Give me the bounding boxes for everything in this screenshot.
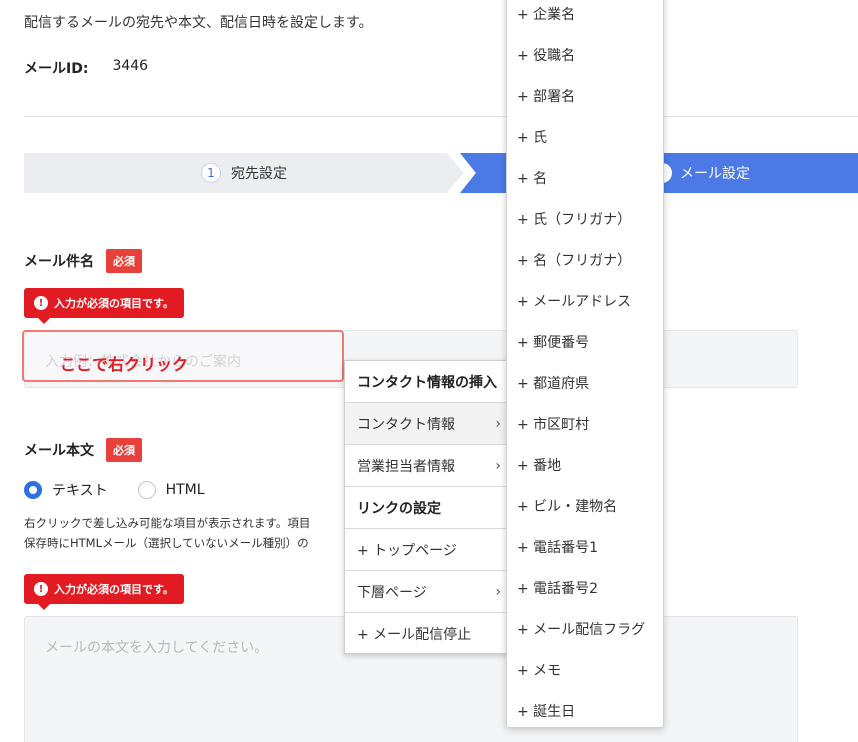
- subject-label-text: メール件名: [24, 254, 94, 270]
- step-label: 宛先設定: [231, 166, 287, 182]
- radio-html[interactable]: [137, 481, 156, 499]
- required-badge: 必須: [106, 249, 142, 273]
- subject-error-tooltip: ! 入力が必須の項目です。: [24, 288, 184, 324]
- submenu-item[interactable]: + 郵便番号: [507, 321, 663, 362]
- ctx-header-contact: コンタクト情報の挿入: [345, 361, 509, 403]
- submenu-item[interactable]: + 電話番号2: [507, 567, 663, 608]
- body-error-text: 入力が必須の項目です。: [54, 583, 174, 596]
- chevron-right-icon: ›: [495, 416, 501, 432]
- chevron-right-icon: ›: [495, 584, 501, 600]
- mail-id: メールID: 3446: [24, 58, 148, 78]
- alert-icon: !: [34, 296, 48, 310]
- contact-info-submenu: + 企業名 + 役職名 + 部署名 + 氏 + 名 + 氏（フリガナ） + 名（…: [506, 0, 664, 728]
- ctx-item-top-page[interactable]: + トップページ: [345, 529, 509, 571]
- submenu-item[interactable]: + 電話番号1: [507, 526, 663, 567]
- submenu-item[interactable]: + 部署名: [507, 75, 663, 116]
- submenu-item[interactable]: + ビル・建物名: [507, 485, 663, 526]
- submenu-item[interactable]: + 企業名: [507, 0, 663, 34]
- help-line-1: 右クリックで差し込み可能な項目が表示されます。項目: [24, 516, 311, 530]
- submenu-item[interactable]: + メール配信フラグ: [507, 608, 663, 649]
- submenu-item[interactable]: + 名（フリガナ）: [507, 239, 663, 280]
- step-label: メール設定: [680, 166, 750, 182]
- submenu-item[interactable]: + メモ: [507, 649, 663, 690]
- right-click-annotation: ここで右クリック: [60, 355, 189, 374]
- submenu-item[interactable]: + 市区町村: [507, 403, 663, 444]
- divider: [24, 116, 858, 117]
- ctx-item-sales-rep[interactable]: 営業担当者情報 ›: [345, 445, 509, 487]
- chevron-right-icon: ›: [495, 458, 501, 474]
- page-intro: 配信するメールの宛先や本文、配信日時を設定します。: [24, 15, 373, 31]
- ctx-item-unsubscribe[interactable]: + メール配信停止: [345, 613, 509, 653]
- body-error-tooltip: ! 入力が必須の項目です。: [24, 574, 184, 610]
- subject-label: メール件名 必須: [24, 249, 142, 273]
- submenu-item[interactable]: + 役職名: [507, 34, 663, 75]
- submenu-item[interactable]: + 誕生日: [507, 690, 663, 731]
- required-badge: 必須: [106, 438, 142, 462]
- help-line-2: 保存時にHTMLメール（選択していないメール種別）の: [24, 536, 309, 550]
- submenu-item[interactable]: + 氏（フリガナ）: [507, 198, 663, 239]
- mail-id-value: 3446: [112, 58, 149, 74]
- radio-text[interactable]: [24, 481, 42, 499]
- mail-id-label: メールID:: [24, 61, 89, 77]
- body-help-text: 右クリックで差し込み可能な項目が表示されます。項目 保存時にHTMLメール（選択…: [24, 513, 354, 553]
- alert-icon: !: [34, 582, 48, 596]
- radio-text-label[interactable]: テキスト: [52, 480, 108, 500]
- ctx-item-sub-page[interactable]: 下層ページ ›: [345, 571, 509, 613]
- submenu-item[interactable]: + 都道府県: [507, 362, 663, 403]
- ctx-item-contact-info[interactable]: コンタクト情報 ›: [345, 403, 509, 445]
- step-number: 1: [201, 163, 221, 183]
- radio-html-label[interactable]: HTML: [166, 482, 205, 498]
- body-label-text: メール本文: [24, 443, 94, 459]
- step-recipient[interactable]: 1 宛先設定: [24, 153, 464, 193]
- ctx-header-link: リンクの設定: [345, 487, 509, 529]
- submenu-item[interactable]: + メールアドレス: [507, 280, 663, 321]
- context-menu: コンタクト情報の挿入 コンタクト情報 › 営業担当者情報 › リンクの設定 + トッ…: [344, 360, 510, 654]
- body-label: メール本文 必須: [24, 438, 142, 462]
- body-format-radios: テキスト HTML: [24, 480, 205, 500]
- submenu-item[interactable]: + 番地: [507, 444, 663, 485]
- subject-error-text: 入力が必須の項目です。: [54, 297, 174, 310]
- submenu-item[interactable]: + 名: [507, 157, 663, 198]
- submenu-item[interactable]: + 氏: [507, 116, 663, 157]
- body-placeholder: メールの本文を入力してください。: [45, 640, 269, 656]
